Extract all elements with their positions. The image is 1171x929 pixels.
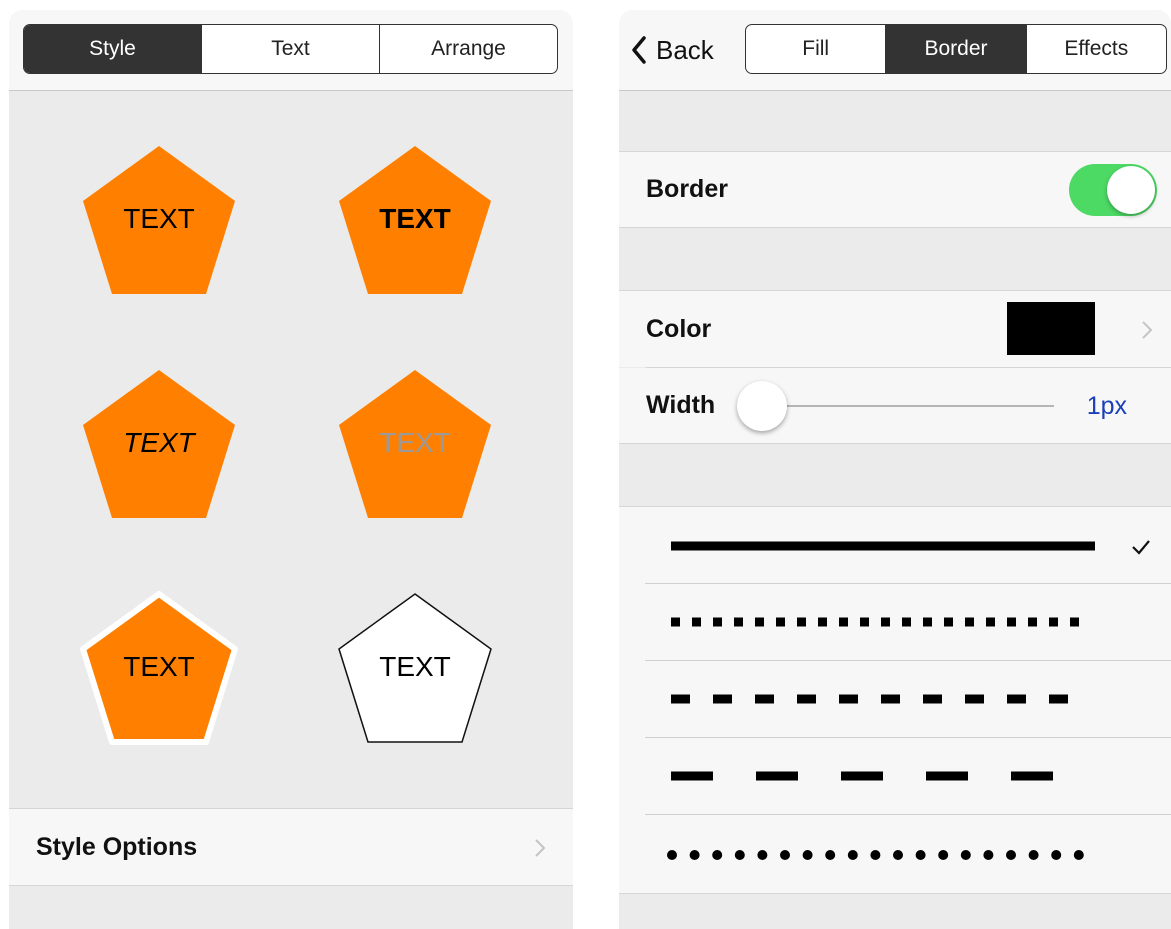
style-preset-bold[interactable]: TEXT (335, 141, 495, 301)
chevron-left-icon (632, 36, 646, 64)
tab-effects[interactable]: Effects (1027, 25, 1166, 73)
width-slider-knob[interactable] (737, 381, 787, 431)
width-value: 1px (1086, 392, 1127, 420)
border-segmented-control: Fill Border Effects (745, 24, 1167, 74)
style-preset-gray-text[interactable]: TEXT (335, 365, 495, 525)
color-row[interactable]: Color (619, 290, 1171, 367)
preset-text: TEXT (123, 651, 195, 682)
tab-text[interactable]: Text (202, 25, 380, 73)
border-toggle-row: Border (619, 151, 1171, 228)
width-slider-track[interactable] (762, 405, 1054, 407)
toggle-knob (1107, 166, 1155, 214)
style-segmented-control: Style Text Arrange (23, 24, 558, 74)
dash-line-icon (671, 694, 1075, 704)
line-style-square-dot[interactable] (619, 584, 1171, 661)
style-preset-white-border[interactable]: TEXT (79, 589, 239, 749)
line-style-long-dash[interactable] (619, 738, 1171, 815)
round-dot-line-icon (667, 850, 1084, 860)
border-toggle[interactable] (1069, 164, 1157, 216)
preset-text: TEXT (379, 651, 451, 682)
tab-arrange[interactable]: Arrange (380, 25, 557, 73)
back-label: Back (656, 34, 714, 65)
preset-text: TEXT (123, 427, 195, 458)
border-label: Border (646, 175, 728, 203)
style-panel: Style Text Arrange TEXT TEXT TEXT TEXT T… (9, 10, 573, 929)
border-panel: Back Fill Border Effects Border Color Wi… (619, 10, 1171, 929)
width-row: Width 1px (619, 368, 1171, 444)
checkmark-icon (1132, 540, 1150, 555)
chevron-right-icon (1142, 321, 1153, 339)
square-dot-line-icon (671, 617, 1085, 627)
style-preset-normal[interactable]: TEXT (79, 141, 239, 301)
width-label: Width (646, 391, 716, 419)
style-preset-outline[interactable]: TEXT (335, 589, 495, 749)
back-button[interactable]: Back (631, 32, 714, 68)
tab-fill[interactable]: Fill (746, 25, 887, 73)
line-style-dash[interactable] (619, 661, 1171, 738)
color-swatch[interactable] (1007, 302, 1095, 355)
preset-text: TEXT (123, 203, 195, 234)
chevron-right-icon (535, 839, 546, 857)
style-presets-grid: TEXT TEXT TEXT TEXT TEXT TEXT (9, 91, 573, 808)
long-dash-line-icon (671, 771, 1053, 781)
solid-line-icon (671, 540, 1150, 555)
preset-text: TEXT (379, 203, 451, 234)
border-panel-header: Back Fill Border Effects (619, 10, 1171, 91)
style-options-label: Style Options (36, 832, 198, 861)
line-style-round-dot[interactable] (619, 815, 1171, 894)
style-options-row[interactable]: Style Options (9, 808, 573, 886)
style-panel-header: Style Text Arrange (9, 10, 573, 91)
color-label: Color (646, 314, 712, 343)
line-style-solid[interactable] (619, 506, 1171, 584)
tab-border[interactable]: Border (886, 25, 1027, 73)
preset-text: TEXT (379, 427, 451, 458)
tab-style[interactable]: Style (24, 25, 202, 73)
style-preset-italic[interactable]: TEXT (79, 365, 239, 525)
